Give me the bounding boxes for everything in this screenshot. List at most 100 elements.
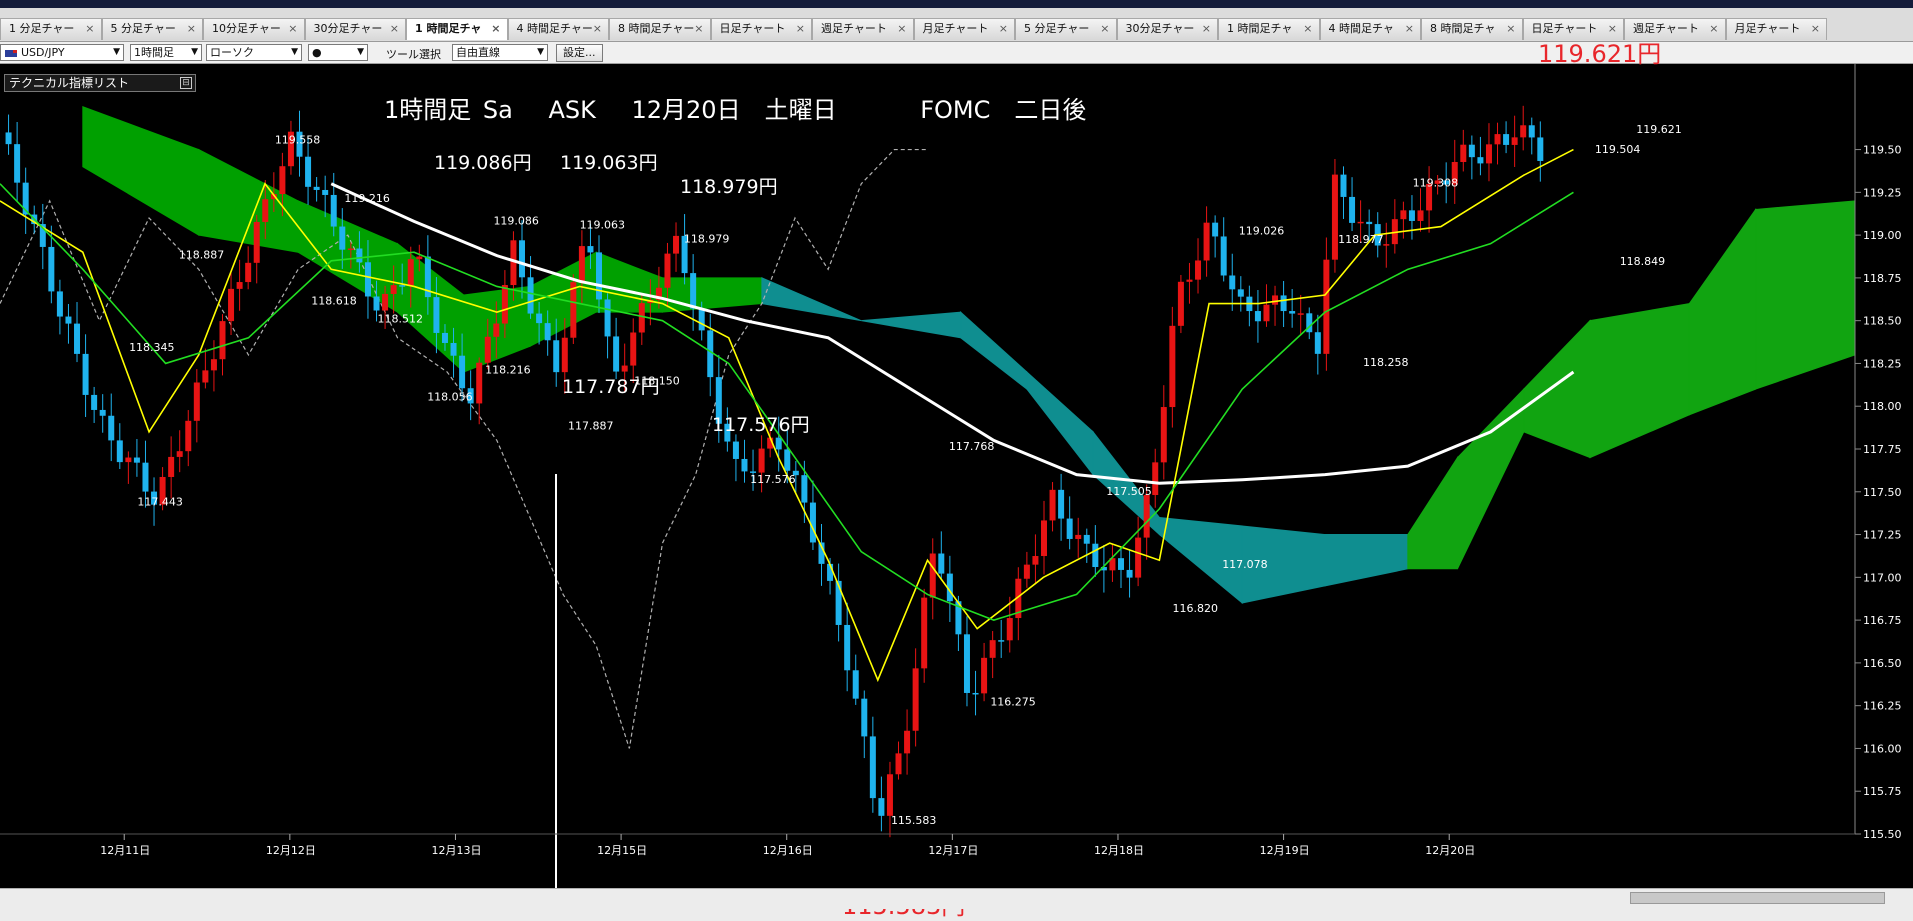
- ichimoku-cloud-segment: [861, 311, 962, 339]
- annotation-price-117576: 117.576円: [712, 414, 810, 436]
- candle-body: [844, 624, 851, 671]
- close-icon[interactable]: ×: [1506, 19, 1515, 39]
- tab-2[interactable]: 10分足チャー ×: [203, 18, 305, 40]
- candle-body: [536, 313, 543, 324]
- settings-button[interactable]: 設定...: [556, 44, 603, 62]
- style-select[interactable]: ● ▼: [308, 44, 368, 61]
- close-icon[interactable]: ×: [694, 19, 703, 39]
- timeframe-select[interactable]: 1時間足 ▼: [130, 44, 202, 61]
- tab-13[interactable]: 4 時間足チャ ×: [1319, 18, 1421, 40]
- tab-0[interactable]: 1 分足チャー ×: [0, 18, 102, 40]
- dropdown-arrow-icon: ▼: [191, 47, 198, 57]
- tool-select[interactable]: 自由直線 ▼: [452, 44, 548, 61]
- candle-body: [1212, 222, 1219, 237]
- close-icon[interactable]: ×: [1811, 19, 1820, 39]
- indicator-list-panel[interactable]: テクニカル指標リスト ⊟: [4, 74, 196, 92]
- candle-body: [1503, 134, 1510, 145]
- price-tick-label: 118.25: [1863, 357, 1902, 370]
- dropdown-arrow-icon: ▼: [537, 47, 544, 57]
- candle-body: [1092, 543, 1099, 568]
- tab-10[interactable]: 5 分足チャー ×: [1015, 18, 1117, 40]
- tab-11[interactable]: 30分足チャー ×: [1116, 18, 1218, 40]
- annotation-price-119086: 119.086円: [434, 152, 532, 174]
- close-icon[interactable]: ×: [1303, 19, 1312, 39]
- candle-body: [518, 240, 525, 278]
- symbol-select[interactable]: USD/JPY ▼: [0, 44, 124, 61]
- candle-body: [912, 668, 919, 731]
- tab-12[interactable]: 1 時間足チャ ×: [1218, 18, 1320, 40]
- tab-1[interactable]: 5 分足チャー ×: [101, 18, 203, 40]
- ichimoku-cloud-segment: [1589, 302, 1690, 459]
- tab-6[interactable]: 8 時間足チャー ×: [609, 18, 711, 40]
- close-icon[interactable]: ×: [491, 19, 500, 39]
- date-tick-label: 12月18日: [1094, 844, 1144, 857]
- candle-body: [133, 457, 140, 463]
- price-level-label: 118.887: [179, 248, 225, 261]
- tab-8[interactable]: 週足チャート ×: [812, 18, 914, 40]
- price-tick-label: 118.50: [1863, 315, 1902, 328]
- tab-3[interactable]: 30分足チャー ×: [304, 18, 406, 40]
- tab-9[interactable]: 月足チャート ×: [913, 18, 1015, 40]
- candle-body: [989, 640, 996, 658]
- candle-body: [1169, 325, 1176, 408]
- date-tick-label: 12月17日: [928, 844, 978, 857]
- candle-body: [904, 730, 911, 754]
- price-level-label: 117.078: [1222, 558, 1268, 571]
- price-level-label: 117.768: [949, 440, 995, 453]
- price-tick-label: 115.75: [1863, 785, 1902, 798]
- candle-body: [253, 221, 260, 263]
- candle-body: [784, 449, 791, 471]
- close-icon[interactable]: ×: [187, 19, 196, 39]
- close-icon[interactable]: ×: [593, 19, 602, 39]
- candle-body: [775, 437, 782, 450]
- horizontal-scrollbar[interactable]: [0, 888, 1913, 909]
- candle-body: [373, 296, 380, 311]
- price-tick-label: 117.50: [1863, 486, 1902, 499]
- tab-7[interactable]: 日足チャート ×: [710, 18, 812, 40]
- collapse-icon[interactable]: ⊟: [180, 77, 192, 89]
- candle-body: [116, 440, 123, 463]
- close-icon[interactable]: ×: [796, 19, 805, 39]
- price-tick-label: 118.00: [1863, 400, 1902, 413]
- close-icon[interactable]: ×: [1100, 19, 1109, 39]
- candle-body: [5, 132, 12, 145]
- price-level-label: 118.258: [1363, 356, 1409, 369]
- candle-body: [364, 262, 371, 297]
- candlestick-chart[interactable]: 117.443 118.345 118.887 119.558 119.216 118.6…: [0, 64, 1913, 888]
- candle-body: [613, 336, 620, 372]
- close-icon[interactable]: ×: [1709, 19, 1718, 39]
- close-icon[interactable]: ×: [1202, 19, 1211, 39]
- close-icon[interactable]: ×: [390, 19, 399, 39]
- tab-5[interactable]: 4 時間足チャー ×: [507, 18, 609, 40]
- candle-body: [929, 553, 936, 598]
- close-icon[interactable]: ×: [1405, 19, 1414, 39]
- candle-body: [664, 253, 671, 288]
- chart-type-select[interactable]: ローソク ▼: [206, 44, 302, 61]
- ichimoku-cloud-segment: [1688, 207, 1757, 416]
- tab-17[interactable]: 月足チャート ×: [1725, 18, 1827, 40]
- close-icon[interactable]: ×: [999, 19, 1008, 39]
- candle-body: [673, 235, 680, 254]
- candle-body: [741, 458, 748, 472]
- candle-body: [245, 262, 252, 283]
- date-tick-label: 12月15日: [597, 844, 647, 857]
- price-tick-label: 116.50: [1863, 657, 1902, 670]
- candle-body: [202, 370, 209, 383]
- price-level-label: 116.820: [1173, 602, 1219, 615]
- candle-body: [441, 332, 448, 343]
- candle-body: [1408, 210, 1415, 221]
- scrollbar-thumb[interactable]: [1630, 892, 1885, 904]
- date-tick-label: 12月16日: [763, 844, 813, 857]
- ichimoku-cloud-segment: [1523, 319, 1591, 459]
- candle-body: [732, 441, 739, 459]
- close-icon[interactable]: ×: [85, 19, 94, 39]
- close-icon[interactable]: ×: [288, 19, 297, 39]
- candle-body: [1520, 125, 1527, 138]
- candle-body: [279, 166, 286, 195]
- tab-4[interactable]: 1 時間足チャ ×: [406, 18, 508, 40]
- close-icon[interactable]: ×: [897, 19, 906, 39]
- price-level-label: 116.275: [990, 695, 1036, 708]
- candle-body: [1511, 137, 1518, 145]
- chart-area[interactable]: 117.443 118.345 118.887 119.558 119.216 118.6…: [0, 40, 1913, 920]
- tab-14[interactable]: 8 時間足チャ ×: [1421, 18, 1523, 40]
